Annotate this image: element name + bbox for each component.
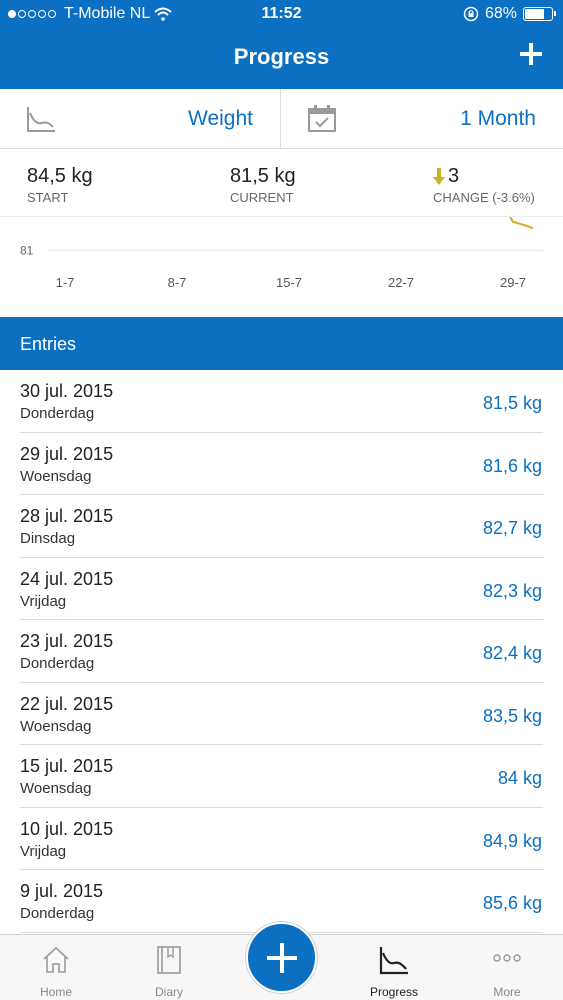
book-icon xyxy=(157,946,181,974)
current-stat: 81,5 kg CURRENT xyxy=(230,165,296,205)
entry-date: 23 jul. 2015 xyxy=(20,631,114,651)
entry-weight: 84 kg xyxy=(497,768,542,788)
chart-trend-icon xyxy=(27,107,55,132)
entry-weight: 83,5 kg xyxy=(482,705,542,726)
entry-row[interactable]: 15 jul. 2015 Woensdag 84 kg xyxy=(20,745,543,808)
calendar-check-icon xyxy=(308,105,336,132)
tab-home-label: Home xyxy=(39,985,72,999)
start-value: 84,5 kg xyxy=(27,165,93,187)
entry-day: Woensdag xyxy=(20,780,92,797)
entry-day: Dinsdag xyxy=(20,530,76,547)
change-label: CHANGE (-3.6%) xyxy=(433,190,535,205)
home-icon xyxy=(43,946,69,973)
tab-diary[interactable]: Diary xyxy=(113,935,225,1000)
tab-progress-label: Progress xyxy=(369,985,419,999)
entry-day: Donderdag xyxy=(20,905,95,922)
chart-selector: Weight 1 Month xyxy=(0,89,563,149)
entry-weight: 81,6 kg xyxy=(482,455,542,476)
entry-row[interactable]: 23 jul. 2015 Donderdag 82,4 kg xyxy=(20,620,543,683)
entry-weight: 84,9 kg xyxy=(482,830,542,851)
tab-diary-label: Diary xyxy=(154,985,183,999)
entry-day: Donderdag xyxy=(20,655,95,672)
entry-date: 22 jul. 2015 xyxy=(20,693,114,714)
x-tick-label: 8-7 xyxy=(168,275,187,290)
metric-selector[interactable]: Weight xyxy=(0,89,281,149)
change-value: 3 xyxy=(448,165,460,187)
current-label: CURRENT xyxy=(230,190,294,205)
add-entry-button[interactable] xyxy=(519,40,543,68)
add-button[interactable] xyxy=(246,922,317,993)
entry-day: Woensdag xyxy=(20,717,92,735)
battery-percentage: 68% xyxy=(484,5,517,22)
entry-weight: 82,3 kg xyxy=(482,580,542,601)
status-bar: T-Mobile NL 11:52 68% xyxy=(0,0,563,30)
entry-row[interactable]: 24 jul. 2015 Vrijdag 82,3 kg xyxy=(20,558,543,620)
entries-header: Entries xyxy=(0,317,563,370)
tab-more[interactable]: More xyxy=(451,935,563,1000)
entry-day: Woensdag xyxy=(20,467,92,485)
entry-date: 24 jul. 2015 xyxy=(20,568,114,589)
stats-summary: 84,5 kg START 81,5 kg CURRENT 3 CHANGE (… xyxy=(0,149,563,217)
more-dots-icon xyxy=(493,954,521,962)
entries-title: Entries xyxy=(20,334,77,354)
entry-row[interactable]: 28 jul. 2015 Dinsdag 82,7 kg xyxy=(20,495,543,558)
period-label: 1 Month xyxy=(460,107,536,130)
entry-weight: 85,6 kg xyxy=(482,893,542,913)
entry-weight: 81,5 kg xyxy=(482,393,542,413)
arrow-down-icon xyxy=(433,167,445,185)
x-tick-label: 22-7 xyxy=(388,275,414,290)
y-tick-label: 81 xyxy=(20,243,34,257)
change-stat: 3 CHANGE (-3.6%) xyxy=(433,165,535,205)
weight-series-line xyxy=(509,217,534,230)
start-stat: 84,5 kg START xyxy=(27,165,93,205)
top-bar: T-Mobile NL 11:52 68% Progress xyxy=(0,0,563,89)
entry-date: 29 jul. 2015 xyxy=(20,443,114,464)
plus-icon xyxy=(266,942,297,973)
entry-date: 9 jul. 2015 xyxy=(20,881,104,901)
tab-progress[interactable]: Progress xyxy=(338,935,450,1000)
current-value: 81,5 kg xyxy=(230,165,296,187)
entry-date: 15 jul. 2015 xyxy=(20,756,114,776)
metric-label: Weight xyxy=(188,107,253,130)
entry-day: Vrijdag xyxy=(20,592,67,610)
x-tick-label: 1-7 xyxy=(56,275,75,290)
x-tick-label: 15-7 xyxy=(276,275,302,290)
progress-chart-icon xyxy=(379,947,408,975)
entry-weight: 82,7 kg xyxy=(482,518,542,538)
weight-chart: 81 1-7 8-7 15-7 22-7 29-7 xyxy=(20,217,543,290)
page-title: Progress xyxy=(233,44,330,69)
entry-date: 10 jul. 2015 xyxy=(20,818,114,839)
tab-home[interactable]: Home xyxy=(0,935,112,1000)
plus-icon xyxy=(520,43,542,65)
entry-row[interactable]: 29 jul. 2015 Woensdag 81,6 kg xyxy=(20,433,543,495)
entry-date: 30 jul. 2015 xyxy=(20,381,114,401)
entries-list: 30 jul. 2015 Donderdag 81,5 kg 29 jul. 2015… xyxy=(0,370,563,933)
x-tick-label: 29-7 xyxy=(500,275,526,290)
battery-icon xyxy=(523,7,556,21)
period-selector[interactable]: 1 Month xyxy=(281,89,563,149)
entry-date: 28 jul. 2015 xyxy=(20,506,114,526)
entry-day: Donderdag xyxy=(20,405,95,422)
entry-row[interactable]: 10 jul. 2015 Vrijdag 84,9 kg xyxy=(20,808,543,870)
entry-row[interactable]: 30 jul. 2015 Donderdag 81,5 kg xyxy=(20,370,543,433)
entry-row[interactable]: 22 jul. 2015 Woensdag 83,5 kg xyxy=(20,683,543,745)
start-label: START xyxy=(27,190,69,205)
entry-day: Vrijdag xyxy=(20,842,67,860)
entry-weight: 82,4 kg xyxy=(482,643,542,663)
tab-more-label: More xyxy=(493,985,521,999)
orientation-lock-icon xyxy=(463,6,479,22)
